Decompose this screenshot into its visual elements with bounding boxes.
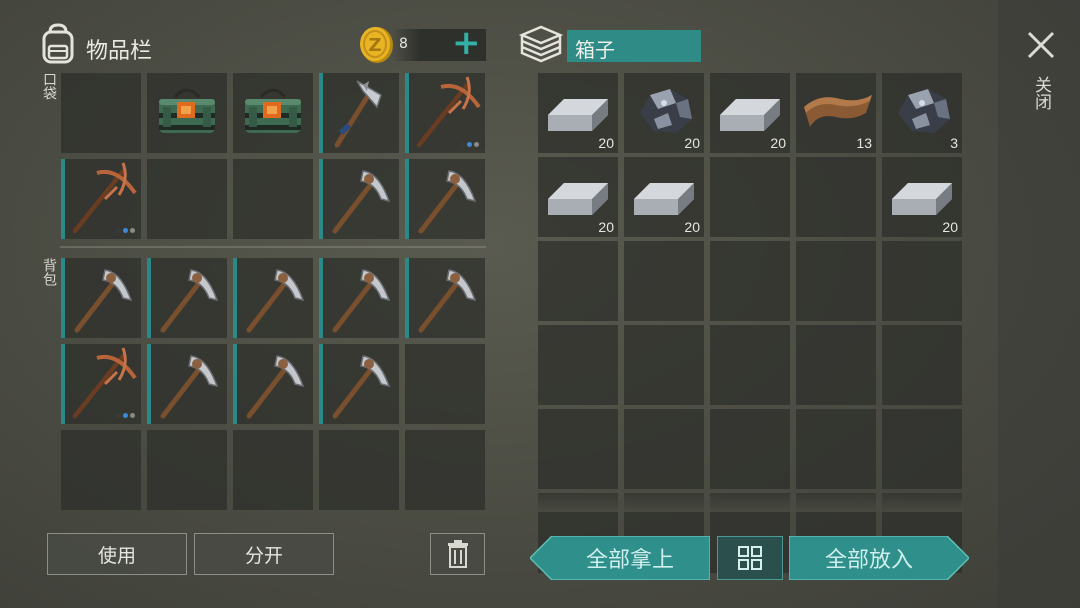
inventory-slot[interactable]: 20 <box>538 157 618 237</box>
inventory-slot[interactable] <box>405 258 485 338</box>
close-icon <box>1027 31 1055 59</box>
empty-slot[interactable] <box>624 325 704 405</box>
sort-grid-icon <box>738 546 762 570</box>
coin-count: 8 <box>399 36 408 52</box>
empty-slot[interactable] <box>233 159 313 239</box>
pocket-label: 口袋 <box>41 72 57 100</box>
item-quantity: 20 <box>684 135 700 151</box>
inventory-slot[interactable] <box>233 344 313 424</box>
put-all-label: 全部放入 <box>824 548 913 573</box>
inventory-slot[interactable] <box>61 159 141 239</box>
durability-dots <box>460 142 479 147</box>
inventory-slot[interactable]: 13 <box>796 73 876 153</box>
empty-slot[interactable] <box>538 241 618 321</box>
close-button[interactable]: 关闭 <box>1024 28 1058 128</box>
empty-slot[interactable] <box>710 157 790 237</box>
empty-slot[interactable] <box>710 241 790 321</box>
empty-slot[interactable] <box>882 325 962 405</box>
empty-slot[interactable] <box>538 409 618 489</box>
add-coins-button[interactable]: + <box>452 23 481 63</box>
item-quantity: 20 <box>770 135 786 151</box>
item-quantity: 3 <box>950 135 958 151</box>
empty-slot[interactable] <box>61 430 141 510</box>
use-button[interactable]: 使用 <box>47 533 187 575</box>
empty-slot[interactable] <box>796 409 876 489</box>
sort-button[interactable] <box>717 536 783 580</box>
inventory-slot[interactable]: 20 <box>624 157 704 237</box>
box-grid-scroll-fade <box>538 490 963 512</box>
inventory-slot[interactable]: 3 <box>882 73 962 153</box>
inventory-slot[interactable] <box>319 344 399 424</box>
inventory-slot[interactable] <box>319 159 399 239</box>
item-quantity: 20 <box>598 135 614 151</box>
take-all-button[interactable]: 全部拿上 <box>530 536 710 580</box>
empty-slot[interactable] <box>710 325 790 405</box>
put-all-button[interactable]: 全部放入 <box>789 536 969 580</box>
empty-slot[interactable] <box>147 430 227 510</box>
box-title: 箱子 <box>575 38 615 62</box>
durability-dots <box>116 228 135 233</box>
empty-slot[interactable] <box>405 430 485 510</box>
empty-slot[interactable] <box>882 409 962 489</box>
item-quantity: 13 <box>856 135 872 151</box>
take-all-label: 全部拿上 <box>585 548 674 573</box>
empty-slot[interactable] <box>882 241 962 321</box>
inventory-slot[interactable] <box>233 258 313 338</box>
close-label: 关闭 <box>1031 76 1051 110</box>
split-button[interactable]: 分开 <box>194 533 334 575</box>
inventory-slot[interactable] <box>61 344 141 424</box>
empty-slot[interactable] <box>796 325 876 405</box>
inventory-slot[interactable]: 20 <box>624 73 704 153</box>
empty-slot[interactable] <box>405 344 485 424</box>
empty-slot[interactable] <box>710 409 790 489</box>
item-quantity: 20 <box>942 219 958 235</box>
backpack-label: 背包 <box>41 258 57 286</box>
trash-icon <box>447 540 468 568</box>
empty-slot[interactable] <box>796 241 876 321</box>
empty-slot[interactable] <box>233 430 313 510</box>
trash-button[interactable] <box>430 533 485 575</box>
inventory-slot[interactable] <box>319 258 399 338</box>
inventory-slot[interactable] <box>319 73 399 153</box>
inventory-slot[interactable] <box>233 73 313 153</box>
coin-icon: Z <box>357 25 395 65</box>
inventory-slot[interactable]: 20 <box>538 73 618 153</box>
empty-slot[interactable] <box>624 409 704 489</box>
item-quantity: 20 <box>598 219 614 235</box>
empty-slot[interactable] <box>319 430 399 510</box>
coin-counter: 8 + <box>392 23 486 63</box>
svg-text:Z: Z <box>368 35 381 56</box>
inventory-slot[interactable] <box>61 258 141 338</box>
empty-slot[interactable] <box>147 159 227 239</box>
inventory-slot[interactable] <box>147 344 227 424</box>
empty-slot[interactable] <box>61 73 141 153</box>
inventory-slot[interactable]: 20 <box>882 157 962 237</box>
empty-slot[interactable] <box>624 241 704 321</box>
inventory-slot[interactable] <box>405 159 485 239</box>
durability-dots <box>116 413 135 418</box>
inventory-title: 物品栏 <box>86 39 153 64</box>
section-divider <box>60 246 486 248</box>
box-title-field[interactable]: 箱子 <box>567 30 701 62</box>
empty-slot[interactable] <box>538 325 618 405</box>
empty-slot[interactable] <box>796 157 876 237</box>
inventory-slot[interactable] <box>405 73 485 153</box>
backpack-icon <box>38 22 78 64</box>
inventory-slot[interactable]: 20 <box>710 73 790 153</box>
box-icon <box>518 25 564 63</box>
item-quantity: 20 <box>684 219 700 235</box>
inventory-slot[interactable] <box>147 258 227 338</box>
inventory-slot[interactable] <box>147 73 227 153</box>
